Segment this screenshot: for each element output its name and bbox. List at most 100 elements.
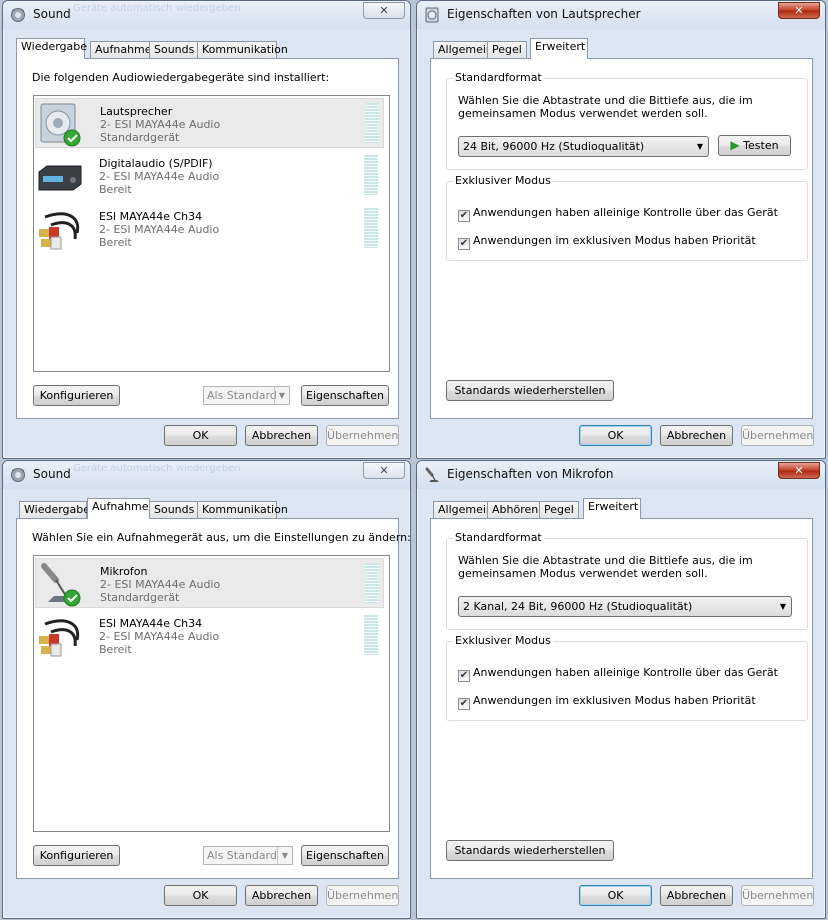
device-name: Lautsprecher xyxy=(100,105,173,118)
ok-button[interactable]: OK xyxy=(579,885,652,906)
properties-button[interactable]: Eigenschaften xyxy=(301,385,389,406)
window-title: Sound xyxy=(33,7,71,21)
list-item-mikrofon[interactable]: Mikrofon 2- ESI MAYA44e Audio Standardge… xyxy=(35,558,384,608)
cancel-button[interactable]: Abbrechen xyxy=(660,885,733,906)
default-format-label: Standardformat xyxy=(453,71,544,84)
tab-erweitert[interactable]: Erweitert xyxy=(583,498,641,519)
configure-button[interactable]: Konfigurieren xyxy=(33,385,120,406)
close-button[interactable]: ✕ xyxy=(778,2,820,19)
apply-button[interactable]: Übernehmen xyxy=(741,885,814,906)
tab-abhoeren[interactable]: Abhören xyxy=(487,501,540,519)
checkbox-label: Anwendungen im exklusiven Modus haben Pr… xyxy=(473,694,756,707)
tab-kommunikation[interactable]: Kommunikation xyxy=(197,501,288,519)
rca-cable-icon xyxy=(39,619,80,657)
title-bar[interactable]: Eigenschaften von Lautsprecher ✕ xyxy=(417,1,825,29)
tab-kommunikation[interactable]: Kommunikation xyxy=(197,41,288,59)
level-meter xyxy=(365,563,379,603)
tab-label: Sounds xyxy=(154,43,195,56)
exclusive-control-checkbox[interactable]: ✔ Anwendungen haben alleinige Kontrolle ü… xyxy=(458,206,778,222)
properties-button[interactable]: Eigenschaften xyxy=(301,845,389,866)
device-driver: 2- ESI MAYA44e Audio xyxy=(99,170,220,183)
set-default-dropdown[interactable]: Als Standard ▼ xyxy=(203,846,293,865)
default-format-label: Standardformat xyxy=(453,531,544,544)
device-status: Bereit xyxy=(99,236,132,249)
cancel-button[interactable]: Abbrechen xyxy=(245,425,318,446)
tab-allgemein[interactable]: Allgemein xyxy=(433,501,493,519)
instruction-text: Die folgenden Audiowiedergabegeräte sind… xyxy=(32,71,330,84)
exclusive-mode-label: Exklusiver Modus xyxy=(453,174,553,187)
device-status: Bereit xyxy=(99,643,132,656)
chevron-down-icon: ▼ xyxy=(277,847,292,864)
tab-sounds[interactable]: Sounds xyxy=(149,501,198,519)
level-meter xyxy=(364,208,378,248)
tab-label: Allgemein xyxy=(438,43,493,56)
tab-pegel[interactable]: Pegel xyxy=(487,41,527,59)
close-button[interactable]: ✕ xyxy=(778,462,820,479)
background-ghost-text: Geräte automatisch wiedergeben xyxy=(73,3,241,13)
cancel-button[interactable]: Abbrechen xyxy=(660,425,733,446)
close-button[interactable]: ✕ xyxy=(363,2,405,19)
tab-label: Kommunikation xyxy=(202,43,288,56)
restore-defaults-button[interactable]: Standards wiederherstellen xyxy=(446,840,614,861)
checkbox-label: Anwendungen haben alleinige Kontrolle üb… xyxy=(473,666,778,679)
tab-erweitert[interactable]: Erweitert xyxy=(530,38,588,59)
device-name: Digitalaudio (S/PDIF) xyxy=(99,157,213,170)
tab-sounds[interactable]: Sounds xyxy=(149,41,198,59)
instruction-text: Wählen Sie ein Aufnahmegerät aus, um die… xyxy=(32,531,411,544)
default-format-description: Wählen Sie die Abtastrate und die Bittie… xyxy=(458,94,753,120)
background-ghost-text: Geräte automatisch wiedergeben xyxy=(73,463,241,473)
title-bar[interactable]: Eigenschaften von Mikrofon ✕ xyxy=(417,461,825,489)
tab-panel: Standardformat Wählen Sie die Abtastrate… xyxy=(430,518,813,879)
close-icon: ✕ xyxy=(379,4,389,17)
title-bar[interactable]: Geräte automatisch wiedergeben Sound ✕ xyxy=(3,461,410,489)
ok-button[interactable]: OK xyxy=(164,885,237,906)
chevron-down-icon: ▼ xyxy=(274,387,289,404)
level-meter xyxy=(364,155,378,195)
test-button[interactable]: ▶ Testen xyxy=(718,135,791,156)
restore-defaults-button[interactable]: Standards wiederherstellen xyxy=(446,380,614,401)
ok-button[interactable]: OK xyxy=(164,425,237,446)
test-label: Testen xyxy=(743,139,779,152)
tab-aufnahme[interactable]: Aufnahme xyxy=(87,498,150,519)
format-dropdown[interactable]: 2 Kanal, 24 Bit, 96000 Hz (Studioqualitä… xyxy=(458,596,792,617)
list-item-esi-ch34[interactable]: ESI MAYA44e Ch34 2- ESI MAYA44e Audio Be… xyxy=(35,204,384,254)
exclusive-priority-checkbox[interactable]: ✔ Anwendungen im exklusiven Modus haben P… xyxy=(458,234,756,250)
cancel-button[interactable]: Abbrechen xyxy=(245,885,318,906)
sound-dialog-playback: Geräte automatisch wiedergeben Sound ✕ W… xyxy=(2,0,411,459)
set-default-dropdown[interactable]: Als Standard ▼ xyxy=(203,386,290,405)
microphone-properties-dialog: Eigenschaften von Mikrofon ✕ Allgemein A… xyxy=(416,460,826,919)
apply-button[interactable]: Übernehmen xyxy=(326,885,399,906)
tab-allgemein[interactable]: Allgemein xyxy=(433,41,493,59)
device-list[interactable]: Mikrofon 2- ESI MAYA44e Audio Standardge… xyxy=(33,555,390,832)
set-default-label: Als Standard xyxy=(207,849,277,862)
configure-button[interactable]: Konfigurieren xyxy=(33,845,120,866)
device-driver: 2- ESI MAYA44e Audio xyxy=(99,630,220,643)
tab-label: Abhören xyxy=(492,503,539,516)
exclusive-priority-checkbox[interactable]: ✔ Anwendungen im exklusiven Modus haben P… xyxy=(458,694,756,710)
list-item-digitalaudio[interactable]: Digitalaudio (S/PDIF) 2- ESI MAYA44e Aud… xyxy=(35,151,384,201)
device-list[interactable]: Lautsprecher 2- ESI MAYA44e Audio Standa… xyxy=(33,95,390,372)
tab-aufnahme[interactable]: Aufnahme xyxy=(90,41,152,59)
device-status: Standardgerät xyxy=(100,591,180,604)
apply-button[interactable]: Übernehmen xyxy=(741,425,814,446)
title-bar[interactable]: Geräte automatisch wiedergeben Sound ✕ xyxy=(3,1,410,29)
tab-wiedergabe[interactable]: Wiedergabe xyxy=(19,501,90,519)
tab-wiedergabe[interactable]: Wiedergabe xyxy=(16,38,87,59)
checkmark-icon: ✔ xyxy=(458,238,470,250)
level-meter xyxy=(364,615,378,655)
close-button[interactable]: ✕ xyxy=(363,462,405,479)
window-title: Eigenschaften von Mikrofon xyxy=(447,467,614,481)
device-name: Mikrofon xyxy=(100,565,148,578)
list-item-esi-ch34[interactable]: ESI MAYA44e Ch34 2- ESI MAYA44e Audio Be… xyxy=(35,611,384,661)
sound-icon xyxy=(11,468,25,482)
apply-button[interactable]: Übernehmen xyxy=(326,425,399,446)
tab-panel: Wählen Sie ein Aufnahmegerät aus, um die… xyxy=(16,518,410,879)
format-dropdown[interactable]: 24 Bit, 96000 Hz (Studioqualität) ▼ xyxy=(458,136,709,157)
exclusive-control-checkbox[interactable]: ✔ Anwendungen haben alleinige Kontrolle ü… xyxy=(458,666,778,682)
exclusive-mode-group: Exklusiver Modus ✔ Anwendungen haben alle… xyxy=(446,634,808,721)
list-item-lautsprecher[interactable]: Lautsprecher 2- ESI MAYA44e Audio Standa… xyxy=(35,98,384,148)
ok-button[interactable]: OK xyxy=(579,425,652,446)
tab-pegel[interactable]: Pegel xyxy=(539,501,579,519)
device-driver: 2- ESI MAYA44e Audio xyxy=(100,118,221,131)
checkmark-icon: ✔ xyxy=(458,698,470,710)
